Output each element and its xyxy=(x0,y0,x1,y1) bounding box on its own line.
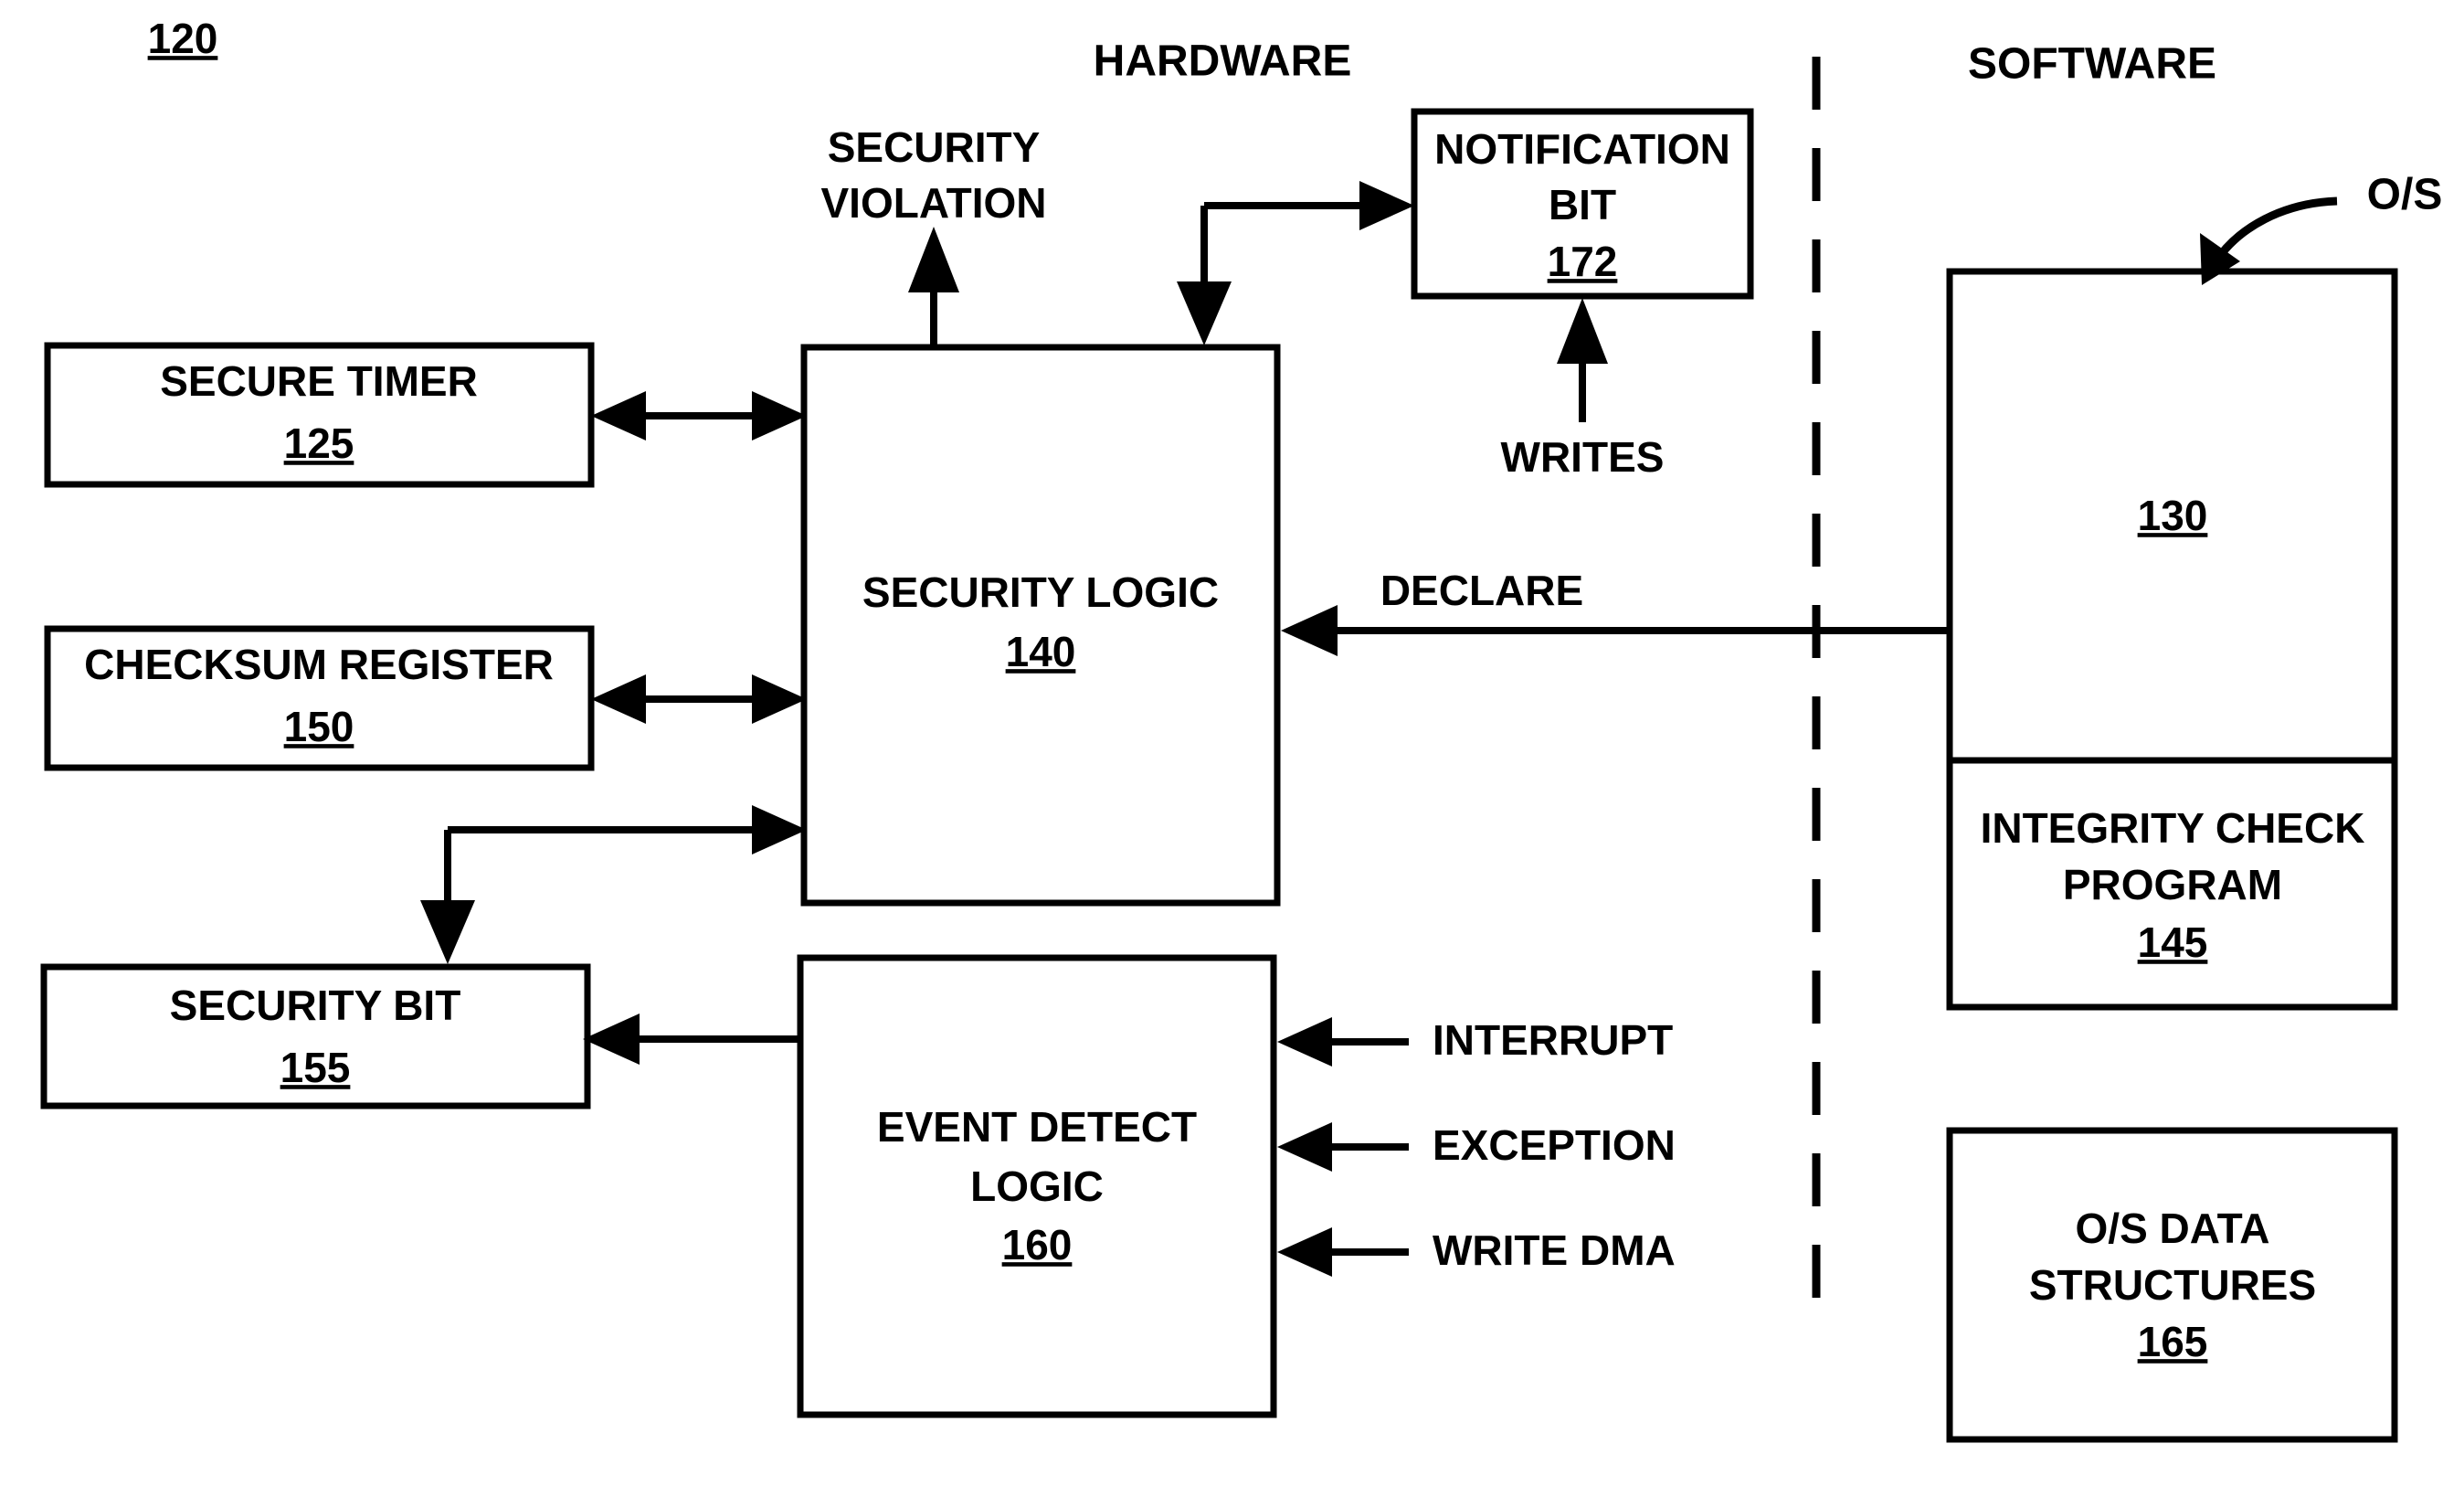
connector-security-logic-notification-bit xyxy=(1177,181,1414,345)
connector-security-logic-security-bit xyxy=(420,805,807,964)
connector-secure-timer-security-logic xyxy=(591,391,807,440)
security-bit-ref: 155 xyxy=(280,1044,351,1091)
figure-number: 120 xyxy=(148,15,218,62)
integrity-check-program-ref: 145 xyxy=(2138,918,2208,966)
notification-bit-title-line2: BIT xyxy=(1549,181,1616,228)
write-dma-label: WRITE DMA xyxy=(1433,1226,1676,1274)
os-callout-label: O/S xyxy=(2367,171,2443,219)
os-data-structures-ref: 165 xyxy=(2138,1318,2208,1365)
hardware-header: HARDWARE xyxy=(1094,37,1352,86)
secure-timer-ref: 125 xyxy=(284,419,354,467)
checksum-register-title: CHECKSUM REGISTER xyxy=(84,641,554,688)
connector-exception xyxy=(1277,1122,1409,1172)
interrupt-label: INTERRUPT xyxy=(1433,1016,1673,1064)
event-detect-logic-ref: 160 xyxy=(1002,1221,1073,1268)
notification-bit-title-line1: NOTIFICATION xyxy=(1434,125,1730,173)
software-header: SOFTWARE xyxy=(1968,40,2216,89)
event-detect-logic-title-line1: EVENT DETECT xyxy=(877,1103,1197,1151)
os-data-structures-title-line2: STRUCTURES xyxy=(2029,1261,2316,1309)
writes-label: WRITES xyxy=(1501,433,1665,481)
connector-checksum-register-security-logic xyxy=(591,674,807,724)
notification-bit-ref: 172 xyxy=(1548,238,1618,285)
connector-security-violation xyxy=(908,227,959,345)
security-logic-box xyxy=(800,344,1281,907)
os-ref: 130 xyxy=(2138,492,2208,539)
event-detect-logic-title-line2: LOGIC xyxy=(970,1162,1104,1210)
connector-interrupt xyxy=(1277,1017,1409,1067)
patent-figure: 120 HARDWARE SOFTWARE O/S SECURITY VIOLA… xyxy=(0,0,2464,1486)
integrity-check-program-title-line2: PROGRAM xyxy=(2063,861,2282,908)
security-bit-title: SECURITY BIT xyxy=(170,982,461,1029)
integrity-check-program-title-line1: INTEGRITY CHECK xyxy=(1981,804,2365,852)
declare-label: DECLARE xyxy=(1380,567,1583,614)
connector-event-detect-security-bit xyxy=(583,1014,800,1065)
security-violation-label-line1: SECURITY xyxy=(828,123,1041,171)
security-logic-title: SECURITY LOGIC xyxy=(862,568,1219,616)
security-violation-label-line2: VIOLATION xyxy=(820,179,1046,227)
os-data-structures-title-line1: O/S DATA xyxy=(2076,1205,2270,1252)
exception-label: EXCEPTION xyxy=(1433,1121,1676,1169)
secure-timer-title: SECURE TIMER xyxy=(160,357,478,405)
checksum-register-ref: 150 xyxy=(284,703,354,750)
connector-writes xyxy=(1557,298,1608,422)
connector-write-dma xyxy=(1277,1227,1409,1277)
security-logic-ref: 140 xyxy=(1006,628,1076,675)
